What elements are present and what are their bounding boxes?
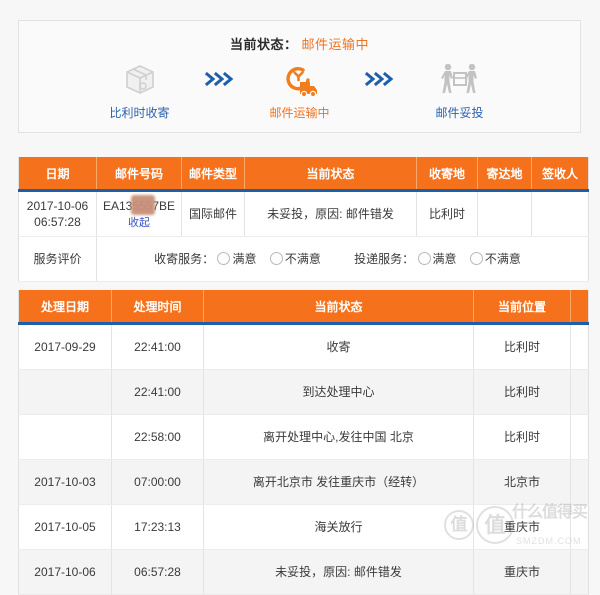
cell-process-time: 17:23:13 xyxy=(111,504,204,550)
table-row: 22:41:00 到达处理中心 比利时 xyxy=(18,369,589,415)
rating-group-label: 投递服务： xyxy=(354,252,415,266)
cell-process-date: 2017-10-06 xyxy=(18,549,112,595)
summary-header-row: 日期 邮件号码 邮件类型 当前状态 收寄地 寄达地 签收人 xyxy=(18,157,589,191)
cell-process-time: 22:41:00 xyxy=(111,323,204,370)
current-status-label: 当前状态： xyxy=(229,37,298,52)
cell-origin: 比利时 xyxy=(416,190,478,237)
radio-icon[interactable] xyxy=(217,252,231,265)
table-row: 22:58:00 离开处理中心,发往中国 北京 比利时 xyxy=(18,414,589,460)
col-destination: 寄达地 xyxy=(477,157,532,191)
col-status: 当前状态 xyxy=(244,157,417,191)
trace-rows: 2017-09-29 22:41:00 收寄 比利时 22:41:00 到达处理… xyxy=(18,323,589,595)
cell-process-date xyxy=(18,414,112,460)
col-origin: 收寄地 xyxy=(416,157,478,191)
truck-clock-icon xyxy=(244,59,356,99)
col-mail-type: 邮件类型 xyxy=(181,157,245,191)
chevrons-right-icon xyxy=(196,59,244,99)
table-row: 2017-10-03 07:00:00 离开北京市 发往重庆市（经转） 北京市 xyxy=(18,459,589,505)
status-step-label: 邮件运输中 xyxy=(269,106,330,120)
table-row: 2017-10-05 17:23:13 海关放行 重庆市 xyxy=(18,504,589,550)
status-step-pickup: 比利时收寄 xyxy=(84,59,196,121)
status-step-transit: 邮件运输中 xyxy=(244,59,356,121)
radio-label: 不满意 xyxy=(484,252,521,266)
radio-icon[interactable] xyxy=(269,252,283,265)
table-row: 2017-09-29 22:41:00 收寄 比利时 xyxy=(18,323,589,370)
radio-option[interactable]: 满意 xyxy=(217,252,256,266)
status-step-delivered: 邮件妥投 xyxy=(404,59,516,121)
service-rating-row: 服务评价 收寄服务： 满意 不满意 投递服务： 满意 不满意 xyxy=(18,236,589,282)
cell-current-location: 比利时 xyxy=(473,323,571,370)
cell-spacer xyxy=(570,369,589,415)
current-status-value: 邮件运输中 xyxy=(301,37,370,52)
cell-mail-type: 国际邮件 xyxy=(181,190,245,237)
radio-icon[interactable] xyxy=(417,252,431,265)
status-step-label: 比利时收寄 xyxy=(109,106,170,120)
cell-current-status: 离开北京市 发往重庆市（经转） xyxy=(203,459,474,505)
cell-current-location: 北京市 xyxy=(473,459,571,505)
cell-current-status: 收寄 xyxy=(203,323,474,370)
cell-spacer xyxy=(570,549,589,595)
mail-summary-table: 日期 邮件号码 邮件类型 当前状态 收寄地 寄达地 签收人 2017-10-06… xyxy=(18,157,589,282)
table-row: 2017-10-06 06:57:28 未妥投，原因: 邮件错发 重庆市 xyxy=(18,549,589,595)
cell-spacer xyxy=(570,504,589,550)
radio-icon[interactable] xyxy=(469,252,483,265)
radio-option[interactable]: 不满意 xyxy=(469,252,521,266)
cell-process-date xyxy=(18,369,112,415)
cell-process-date: 2017-10-03 xyxy=(18,459,112,505)
delivery-people-icon xyxy=(404,59,516,99)
trace-header-row: 处理日期 处理时间 当前状态 当前位置 xyxy=(18,290,589,324)
cell-current-location: 重庆市 xyxy=(473,504,571,550)
radio-option[interactable]: 满意 xyxy=(417,252,457,266)
col-process-time: 处理时间 xyxy=(111,290,204,324)
cell-mail-no: EA135557BE 收起 xyxy=(96,190,182,237)
status-flow: 比利时收寄 邮件运输中 邮件妥投 xyxy=(19,59,580,121)
cell-spacer xyxy=(570,459,589,505)
table-row: 2017-10-06 06:57:28 EA135557BE 收起 国际邮件 未… xyxy=(18,190,589,237)
cell-process-date: 2017-10-05 xyxy=(18,504,112,550)
cell-current-location: 比利时 xyxy=(473,414,571,460)
col-signer: 签收人 xyxy=(531,157,589,191)
collapse-link[interactable]: 收起 xyxy=(100,215,178,231)
current-status-panel: 当前状态： 邮件运输中 比利时收寄 邮件运输中 邮件妥投 xyxy=(18,20,581,133)
col-current-location: 当前位置 xyxy=(473,290,571,324)
rating-group-delivery: 投递服务： 满意 不满意 xyxy=(354,251,531,267)
col-spacer xyxy=(570,290,589,324)
cell-date: 2017-10-06 06:57:28 xyxy=(18,190,97,237)
col-process-date: 处理日期 xyxy=(18,290,112,324)
cell-current-location: 比利时 xyxy=(473,369,571,415)
rating-group-pickup: 收寄服务： 满意 不满意 xyxy=(154,251,331,267)
cell-status: 未妥投，原因: 邮件错发 xyxy=(244,190,417,237)
service-rating-title: 服务评价 xyxy=(18,236,97,282)
cell-process-time: 22:41:00 xyxy=(111,369,204,415)
radio-label: 满意 xyxy=(432,252,457,266)
cell-destination xyxy=(477,190,532,237)
cell-current-status: 海关放行 xyxy=(203,504,474,550)
trace-detail-table: 处理日期 处理时间 当前状态 当前位置 2017-09-29 22:41:00 … xyxy=(18,290,589,595)
cell-current-status: 离开处理中心,发往中国 北京 xyxy=(203,414,474,460)
cell-signer xyxy=(531,190,589,237)
col-current-status: 当前状态 xyxy=(203,290,474,324)
status-step-label: 邮件妥投 xyxy=(435,106,484,120)
cell-process-time: 22:58:00 xyxy=(111,414,204,460)
cell-current-status: 到达处理中心 xyxy=(203,369,474,415)
service-rating-options: 收寄服务： 满意 不满意 投递服务： 满意 不满意 xyxy=(96,236,589,282)
cell-process-time: 07:00:00 xyxy=(111,459,204,505)
cell-current-location: 重庆市 xyxy=(473,549,571,595)
rating-group-label: 收寄服务： xyxy=(154,252,215,266)
col-mail-no: 邮件号码 xyxy=(96,157,182,191)
cell-process-time: 06:57:28 xyxy=(111,549,204,595)
radio-option[interactable]: 不满意 xyxy=(269,252,321,266)
redaction-overlay xyxy=(131,194,155,215)
package-box-icon xyxy=(84,59,196,99)
cell-process-date: 2017-09-29 xyxy=(18,323,112,370)
cell-spacer xyxy=(570,414,589,460)
cell-current-status: 未妥投，原因: 邮件错发 xyxy=(203,549,474,595)
radio-label: 满意 xyxy=(232,252,257,266)
cell-spacer xyxy=(570,323,589,370)
radio-label: 不满意 xyxy=(284,252,321,266)
col-date: 日期 xyxy=(18,157,97,191)
current-status-heading: 当前状态： 邮件运输中 xyxy=(19,34,580,53)
mail-number-value: EA135557BE 收起 xyxy=(100,194,178,231)
chevrons-right-icon xyxy=(356,59,404,99)
